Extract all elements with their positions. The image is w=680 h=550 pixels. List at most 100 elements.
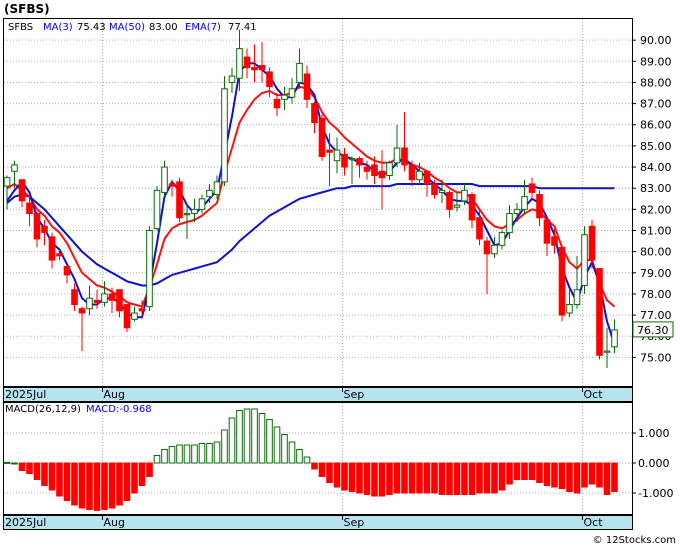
macd-bar-down <box>333 462 341 488</box>
macd-bar-down <box>551 462 558 488</box>
candle-down <box>71 289 78 306</box>
candle-down <box>588 225 596 261</box>
price-tick-label: 84.00 <box>640 161 672 174</box>
candle-down <box>56 253 63 257</box>
candle-up <box>573 289 581 306</box>
candle-up <box>513 208 521 215</box>
candle-up <box>348 158 356 161</box>
candle-up <box>101 293 108 303</box>
price-tick-label: 90.00 <box>640 34 672 47</box>
candle-up <box>498 232 506 246</box>
candle-down <box>116 289 123 312</box>
macd-bar-down <box>476 462 483 494</box>
macd-bar-up <box>153 455 161 464</box>
macd-bar-down <box>78 462 86 509</box>
macd-bar-up <box>168 446 176 464</box>
candle-up <box>206 189 213 198</box>
legend-ema7-label: EMA(7) <box>185 22 221 33</box>
last-price-label: 76.30 <box>637 324 669 337</box>
price-tick-label: 89.00 <box>640 55 672 68</box>
candle-up <box>386 162 393 177</box>
candle-up <box>296 62 303 83</box>
macd-bar-down <box>101 462 108 510</box>
candle-down <box>243 56 251 69</box>
macd-bar-down <box>146 462 153 477</box>
candle-down <box>356 158 363 166</box>
candle-up <box>281 94 288 100</box>
price-tick-label: 79.00 <box>640 267 672 280</box>
macd-bar-down <box>408 462 416 494</box>
candle-down <box>378 170 386 179</box>
month-label: Sep <box>344 388 365 401</box>
macd-bar-down <box>311 462 318 470</box>
candle-up <box>131 312 138 320</box>
candle-down <box>363 166 371 172</box>
watermark: © 12Stocks.com <box>593 535 676 546</box>
macd-bar-up <box>258 413 266 464</box>
macd-bar-down <box>371 462 378 497</box>
macd-bar-down <box>438 462 446 495</box>
price-tick-label: 88.00 <box>640 76 672 89</box>
macd-bar-up <box>288 441 296 464</box>
month-gridlines <box>102 19 583 387</box>
candle-down <box>26 202 33 215</box>
candle-down <box>33 213 41 240</box>
macd-bar-up <box>198 443 206 464</box>
month-label: Oct <box>584 388 604 401</box>
macd-bar-down <box>611 462 618 492</box>
macd-bar-up <box>281 434 288 464</box>
macd-bar-up <box>161 449 168 464</box>
candle-up <box>86 297 93 310</box>
macd-bar-down <box>446 462 453 495</box>
macd-tick-label: 1.000 <box>638 427 670 440</box>
macd-month-label: 2025Jul <box>5 516 46 529</box>
price-tick-label: 75.00 <box>640 351 672 364</box>
macd-bar-down <box>431 462 438 494</box>
macd-bar-down <box>401 462 408 494</box>
macd-bar-down <box>498 462 506 491</box>
candle-down <box>123 304 131 329</box>
candle-down <box>258 65 266 71</box>
candle-down <box>168 183 176 187</box>
price-axis: 75.0076.0077.0078.0079.0080.0081.0082.00… <box>632 34 672 364</box>
macd-bar-down <box>558 462 566 489</box>
candle-up <box>228 75 236 83</box>
legend-ema7-value: 77.41 <box>228 22 257 33</box>
macd-bar-down <box>483 462 491 494</box>
macd-bar-down <box>461 462 468 495</box>
candle-up <box>11 164 18 172</box>
candle-down <box>543 219 551 244</box>
candle-down <box>318 117 326 157</box>
macd-bar-down <box>326 462 333 483</box>
macd-bar-down <box>596 462 603 488</box>
candle-up <box>191 208 198 215</box>
candle-up <box>333 149 341 162</box>
price-tick-label: 77.00 <box>640 309 672 322</box>
macd-bar-up <box>251 408 258 464</box>
macd-bar-down <box>566 462 573 492</box>
legend-ma3-label: MA(3) <box>43 22 73 33</box>
macd-bar-down <box>356 462 363 494</box>
chart-title: (SFBS) <box>4 2 50 16</box>
macd-bar-down <box>423 462 431 494</box>
macd-month-label: Aug <box>104 516 125 529</box>
macd-legend-label: MACD(26,12,9) <box>5 404 81 415</box>
price-legend: SFBS MA(3) 75.43 MA(50) 83.00 EMA(7) 77.… <box>8 22 257 33</box>
candle-down <box>93 299 101 303</box>
candle-down <box>468 194 476 221</box>
macd-tick-label: 0.000 <box>638 457 670 470</box>
legend-ma3-value: 75.43 <box>77 22 106 33</box>
macd-month-label: Sep <box>344 516 365 529</box>
candle-down <box>596 268 603 356</box>
candle-up <box>521 196 528 210</box>
macd-bar-down <box>116 462 123 506</box>
macd-bar-up <box>296 449 303 464</box>
candle-up <box>183 213 191 216</box>
price-tick-label: 80.00 <box>640 246 672 259</box>
macd-bar-down <box>603 462 611 495</box>
price-tick-label: 82.00 <box>640 203 672 216</box>
macd-date-strip <box>3 515 633 530</box>
candle-up <box>288 88 296 98</box>
legend-ma50-value: 83.00 <box>149 22 178 33</box>
macd-bar-up <box>206 443 213 464</box>
